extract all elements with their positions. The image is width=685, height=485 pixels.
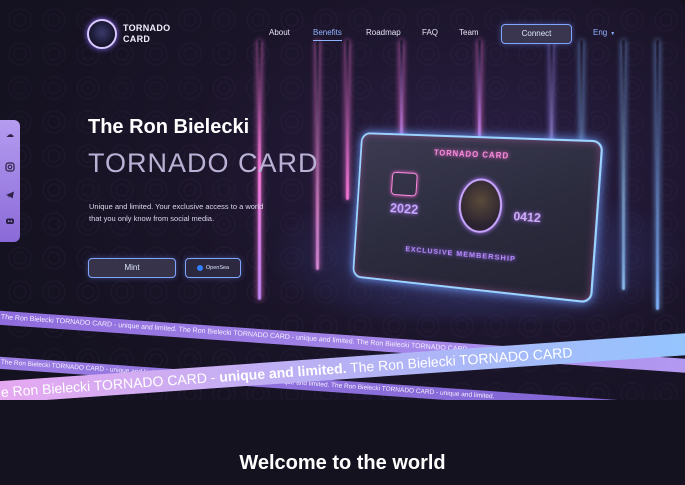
connect-button[interactable]: Connect [501, 24, 572, 44]
hero-description: Unique and limited. Your exclusive acces… [89, 202, 264, 223]
card-year: 2022 [389, 199, 419, 218]
instagram-icon[interactable] [5, 162, 15, 172]
opensea-icon [196, 264, 203, 271]
nav-link-faq[interactable]: FAQ [422, 28, 438, 37]
language-selector[interactable]: Eng ▼ [593, 28, 615, 37]
logo-line-1: TORNADO [123, 23, 171, 33]
card-chip-icon [390, 171, 418, 197]
nav-link-benefits[interactable]: Benefits [313, 28, 342, 41]
logo[interactable]: TORNADO CARD [87, 19, 173, 49]
nav-link-about[interactable]: About [269, 28, 290, 37]
discord-icon[interactable] [5, 216, 15, 226]
opensea-button[interactable]: OpenSea [185, 258, 241, 278]
cloud-icon[interactable]: ☁ [5, 130, 15, 140]
language-label: Eng [593, 28, 608, 37]
tornado-card-image: TORNADO CARD 2022 0412 EXCLUSIVE MEMBERS… [352, 132, 604, 304]
card-code: 0412 [513, 209, 542, 226]
logo-icon [87, 19, 117, 49]
opensea-label: OpenSea [205, 265, 230, 271]
card-portrait [457, 177, 504, 235]
card-title: TORNADO CARD [433, 148, 510, 161]
welcome-heading: Welcome to the world [239, 452, 446, 474]
nav-link-roadmap[interactable]: Roadmap [366, 28, 401, 37]
page-frame: TORNADO CARD About Benefits Roadmap FAQ … [0, 0, 685, 485]
card-membership: EXCLUSIVE MEMBERSHIP [405, 244, 517, 264]
chevron-down-icon: ▼ [610, 31, 616, 37]
mint-button[interactable]: Mint [88, 258, 176, 278]
hero-subtitle: TORNADO CARD [88, 148, 319, 178]
nav-link-team[interactable]: Team [459, 28, 479, 37]
logo-line-2: CARD [123, 34, 151, 44]
hero-title: The Ron Bielecki [88, 116, 250, 138]
social-sidebar: ☁ [0, 120, 20, 242]
logo-text: TORNADO CARD [123, 23, 173, 45]
telegram-icon[interactable] [5, 190, 15, 200]
site-header: TORNADO CARD About Benefits Roadmap FAQ … [0, 0, 685, 66]
